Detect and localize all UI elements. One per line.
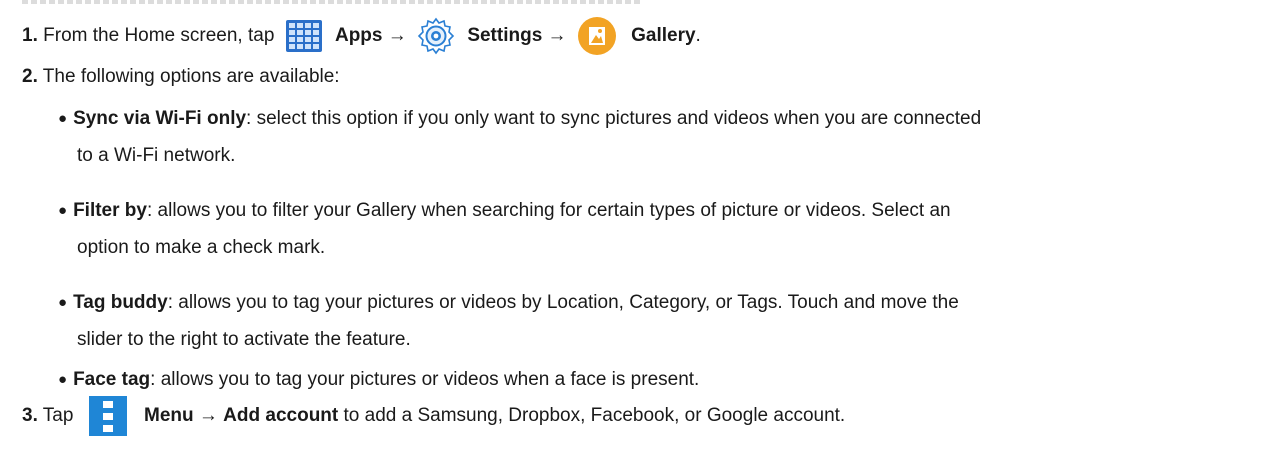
apps-grid-icon	[285, 20, 322, 52]
option-description: : allows you to filter your Gallery when…	[146, 200, 951, 221]
arrow: →	[387, 25, 407, 47]
option-description-continued: slider to the right to activate the feat…	[77, 329, 411, 350]
option-description: : allows you to tag your pictures or vid…	[167, 292, 959, 313]
period: .	[695, 25, 701, 47]
bullet-icon: ●	[58, 110, 68, 127]
bullet-icon: ●	[58, 202, 68, 219]
step-3: 3. Tap Menu → Add account to add a Samsu…	[22, 396, 845, 436]
bullet-icon: ●	[58, 294, 68, 311]
option-title: Face tag	[73, 369, 151, 390]
option-item: ● Sync via Wi-Fi only: select this option…	[58, 107, 981, 132]
step-number: 1.	[22, 25, 38, 47]
option-description: : select this option if you only want to…	[246, 108, 982, 129]
step-text: Tap	[42, 405, 74, 427]
step-number: 3.	[22, 405, 38, 427]
option-item: ● Face tag: allows you to tag your pictur…	[58, 368, 699, 393]
gallery-icon	[577, 17, 616, 55]
step-1: 1. From the Home screen, tap Apps → Sett…	[22, 16, 701, 56]
step-2: 2. The following options are available:	[22, 65, 340, 89]
option-title: Filter by	[73, 200, 147, 221]
option-item: ● Filter by: allows you to filter your Ga…	[58, 199, 951, 224]
bullet-icon: ●	[58, 371, 68, 388]
add-account-label: Add account	[223, 405, 339, 427]
arrow: →	[547, 25, 567, 47]
arrow: →	[198, 405, 218, 427]
option-title: Tag buddy	[73, 292, 168, 313]
step-number: 2.	[22, 66, 38, 87]
settings-gear-icon	[416, 16, 456, 56]
menu-icon	[88, 396, 127, 436]
option-description-continued: option to make a check mark.	[77, 237, 326, 258]
settings-label: Settings	[467, 25, 543, 47]
option-title: Sync via Wi-Fi only	[73, 108, 247, 129]
apps-label: Apps	[334, 25, 383, 47]
option-description: : allows you to tag your pictures or vid…	[150, 369, 700, 390]
step-text: From the Home screen, tap	[43, 25, 275, 47]
step-text: to add a Samsung, Dropbox, Facebook, or …	[343, 405, 846, 427]
cropped-previous-line	[0, 0, 1269, 10]
option-description-continued: to a Wi-Fi network.	[77, 145, 236, 166]
gallery-label: Gallery	[631, 25, 696, 47]
step-text: The following options are available:	[42, 66, 340, 87]
option-item: ● Tag buddy: allows you to tag your pictu…	[58, 291, 959, 316]
menu-label: Menu	[144, 405, 194, 427]
